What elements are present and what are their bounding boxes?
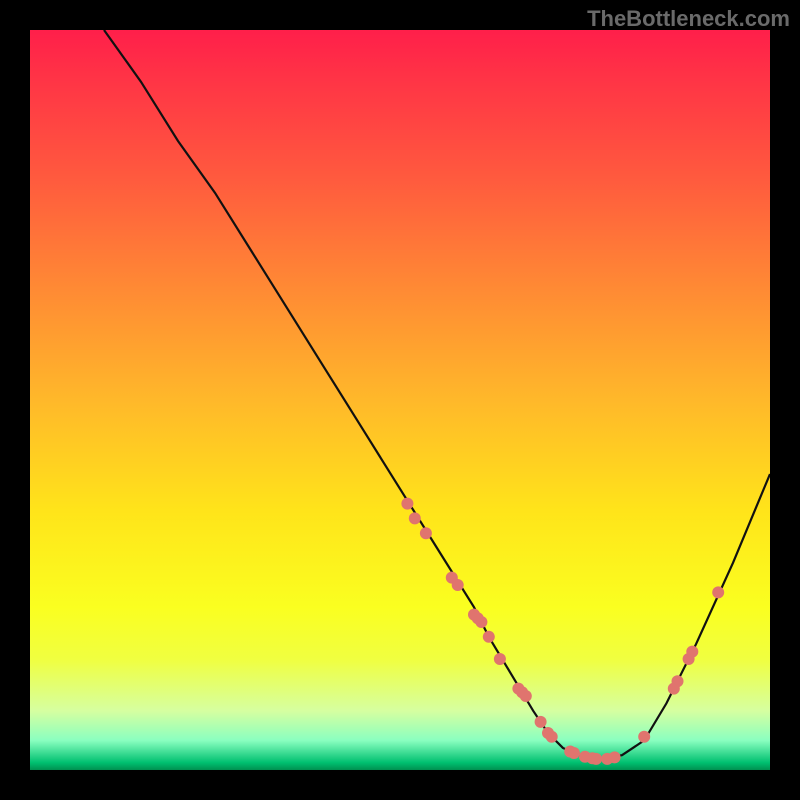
data-point <box>520 690 532 702</box>
data-point <box>420 527 432 539</box>
data-point <box>686 646 698 658</box>
data-point <box>494 653 506 665</box>
data-point <box>401 498 413 510</box>
data-point <box>546 731 558 743</box>
data-point <box>475 616 487 628</box>
data-point <box>712 586 724 598</box>
data-point <box>638 731 650 743</box>
data-point <box>409 512 421 524</box>
bottleneck-curve-path <box>104 30 770 759</box>
data-points-group <box>401 498 724 765</box>
data-point <box>483 631 495 643</box>
watermark-text: TheBottleneck.com <box>587 6 790 32</box>
chart-svg <box>30 30 770 770</box>
data-point <box>672 675 684 687</box>
data-point <box>568 747 580 759</box>
data-point <box>535 716 547 728</box>
data-point <box>590 753 602 765</box>
plot-area <box>30 30 770 770</box>
data-point <box>609 751 621 763</box>
data-point <box>452 579 464 591</box>
